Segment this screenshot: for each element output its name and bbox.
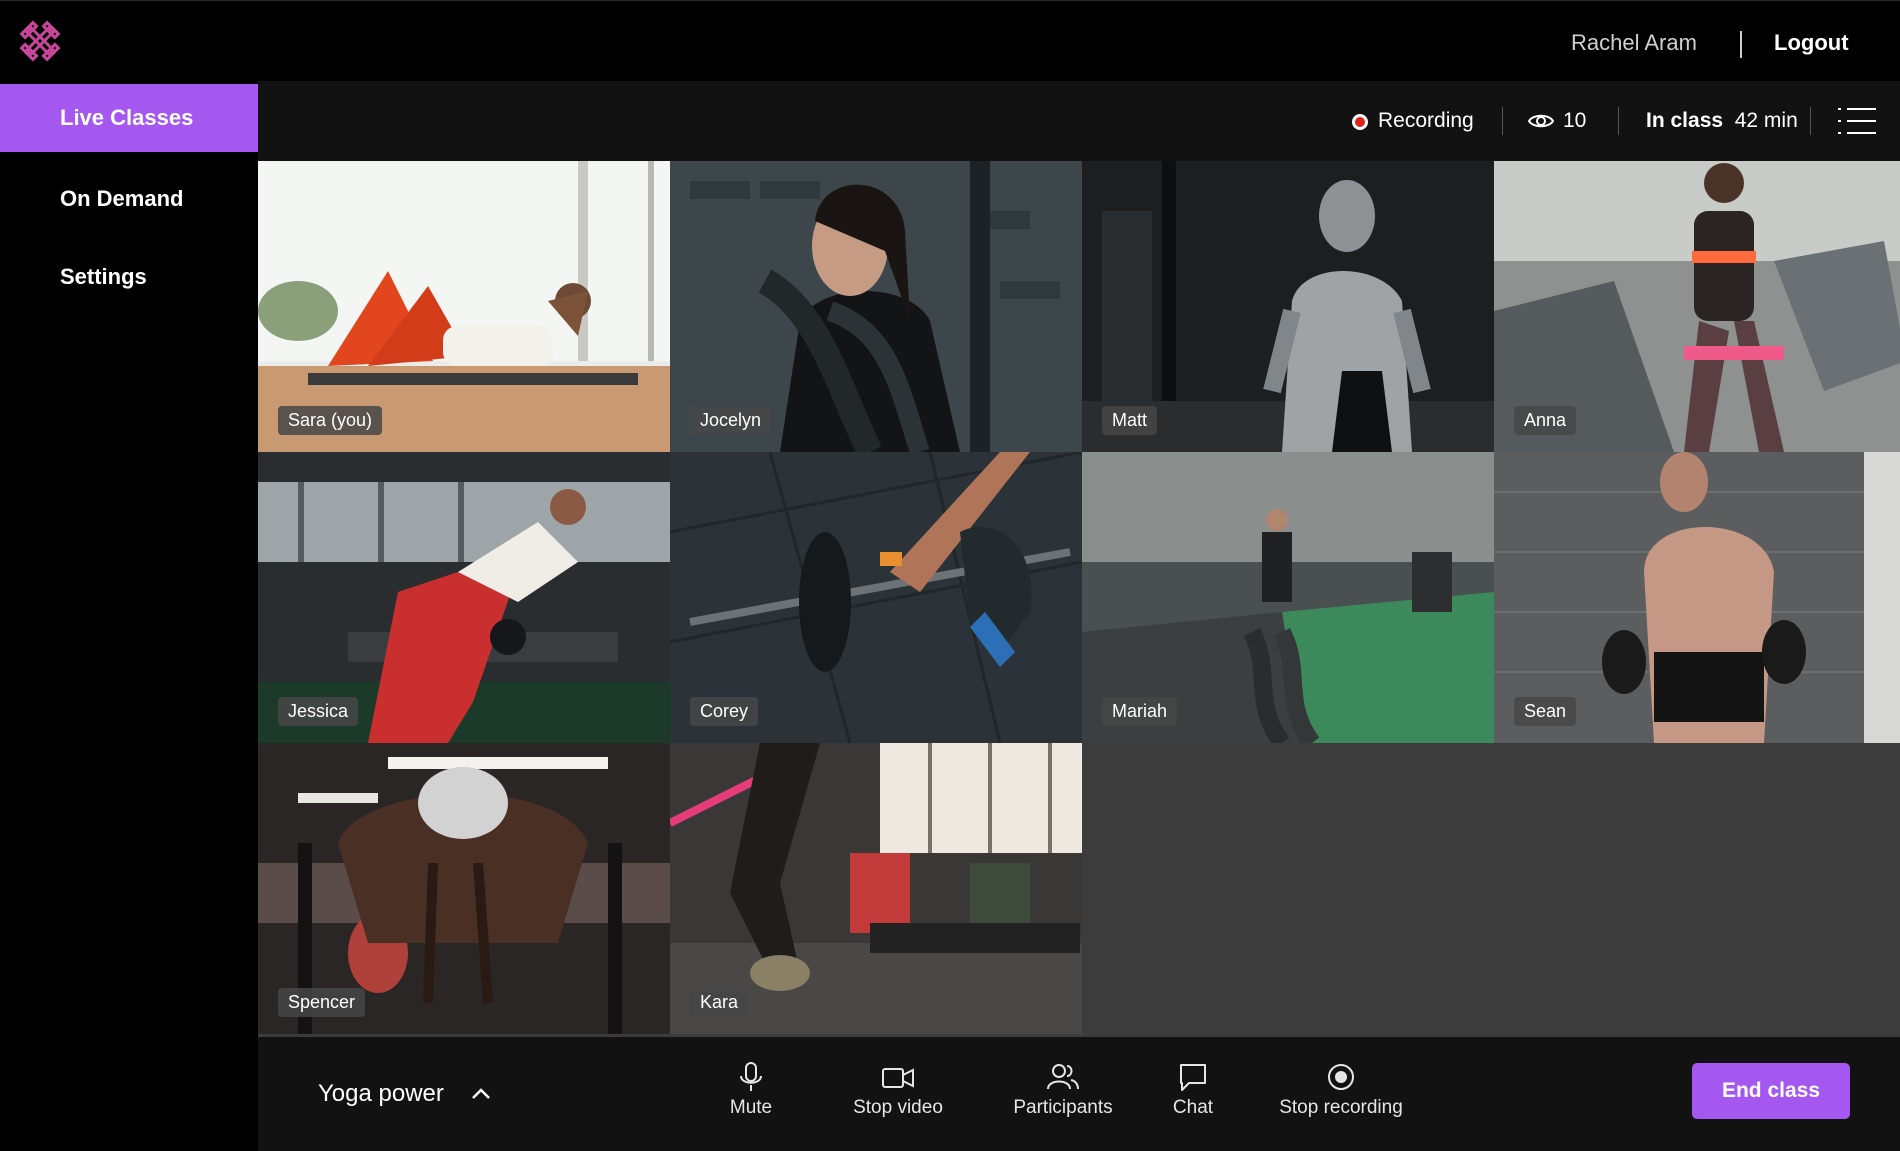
mute-label: Mute: [729, 1097, 773, 1118]
participant-name: Mariah: [1102, 697, 1178, 726]
chevron-up-icon[interactable]: [470, 1085, 492, 1101]
participants-button[interactable]: Participants: [998, 1061, 1128, 1131]
viewer-count: 10: [1563, 109, 1587, 132]
status-divider: [1810, 107, 1811, 135]
user-name: Rachel Aram: [1571, 30, 1697, 55]
participant-name: Anna: [1514, 406, 1577, 435]
status-divider: [1618, 107, 1619, 135]
people-icon: [1047, 1064, 1079, 1090]
stop-recording-button[interactable]: Stop recording: [1266, 1061, 1416, 1131]
video-camera-icon: [882, 1068, 914, 1088]
main-area: Recording 10 In class 42 min Sara (you) …: [258, 81, 1900, 1151]
control-bar: Yoga power Mute Stop video Participants …: [258, 1037, 1900, 1151]
participant-name: Jessica: [278, 697, 359, 726]
end-class-button[interactable]: End class: [1692, 1063, 1850, 1119]
stop-record-icon: [1328, 1064, 1354, 1090]
participant-tile[interactable]: Kara: [670, 743, 1082, 1034]
participant-tile[interactable]: Sean: [1494, 452, 1900, 743]
in-class-label: In class: [1646, 109, 1724, 132]
microphone-icon: [740, 1062, 762, 1091]
participant-tile[interactable]: Matt: [1082, 161, 1494, 452]
participant-name: Sean: [1514, 697, 1577, 726]
participant-name: Matt: [1102, 406, 1158, 435]
participant-tile[interactable]: Mariah: [1082, 452, 1494, 743]
list-menu-icon[interactable]: [1836, 105, 1878, 137]
stop-video-label: Stop video: [853, 1097, 943, 1118]
participant-tile[interactable]: Spencer: [258, 743, 670, 1034]
participant-tile[interactable]: Sara (you): [258, 161, 670, 452]
participant-tile[interactable]: Jessica: [258, 452, 670, 743]
participant-name: Corey: [690, 697, 759, 726]
recording-dot-icon: [1352, 114, 1368, 130]
dumbbell-cross-logo-icon[interactable]: [16, 19, 64, 67]
participant-name: Sara (you): [278, 406, 383, 435]
participant-name: Jocelyn: [690, 406, 772, 435]
participant-name: Spencer: [278, 988, 366, 1017]
class-name-selector[interactable]: Yoga power: [318, 1037, 444, 1151]
stop-recording-label: Stop recording: [1279, 1097, 1403, 1118]
status-bar: Recording 10 In class 42 min: [258, 81, 1900, 161]
mute-button[interactable]: Mute: [706, 1061, 796, 1131]
chat-bubble-icon: [1180, 1064, 1206, 1091]
participant-tile[interactable]: Anna: [1494, 161, 1900, 452]
sidebar-item-live-classes[interactable]: Live Classes: [0, 84, 258, 152]
stop-video-button[interactable]: Stop video: [833, 1061, 963, 1131]
in-class-timer: In class 42 min: [1646, 81, 1798, 161]
status-divider: [1502, 107, 1503, 135]
chat-label: Chat: [1172, 1097, 1214, 1118]
logout-button[interactable]: Logout: [1774, 1, 1849, 82]
participant-name: Kara: [690, 988, 749, 1017]
sidebar: Live Classes On Demand Settings: [0, 81, 258, 1151]
top-bar: Rachel Aram Logout: [0, 0, 1900, 81]
sidebar-item-settings[interactable]: Settings: [0, 243, 258, 311]
recording-label: Recording: [1378, 109, 1474, 132]
sidebar-item-on-demand[interactable]: On Demand: [0, 165, 258, 233]
participants-label: Participants: [1013, 1097, 1113, 1118]
participant-tile[interactable]: Jocelyn: [670, 161, 1082, 452]
chat-button[interactable]: Chat: [1158, 1061, 1228, 1131]
participant-tile[interactable]: Corey: [670, 452, 1082, 743]
video-grid: Sara (you) Jocelyn Matt Anna Jessica Cor…: [258, 161, 1900, 1037]
in-class-time: 42 min: [1734, 109, 1798, 132]
header-divider: [1740, 31, 1742, 58]
eye-icon: [1528, 114, 1554, 128]
